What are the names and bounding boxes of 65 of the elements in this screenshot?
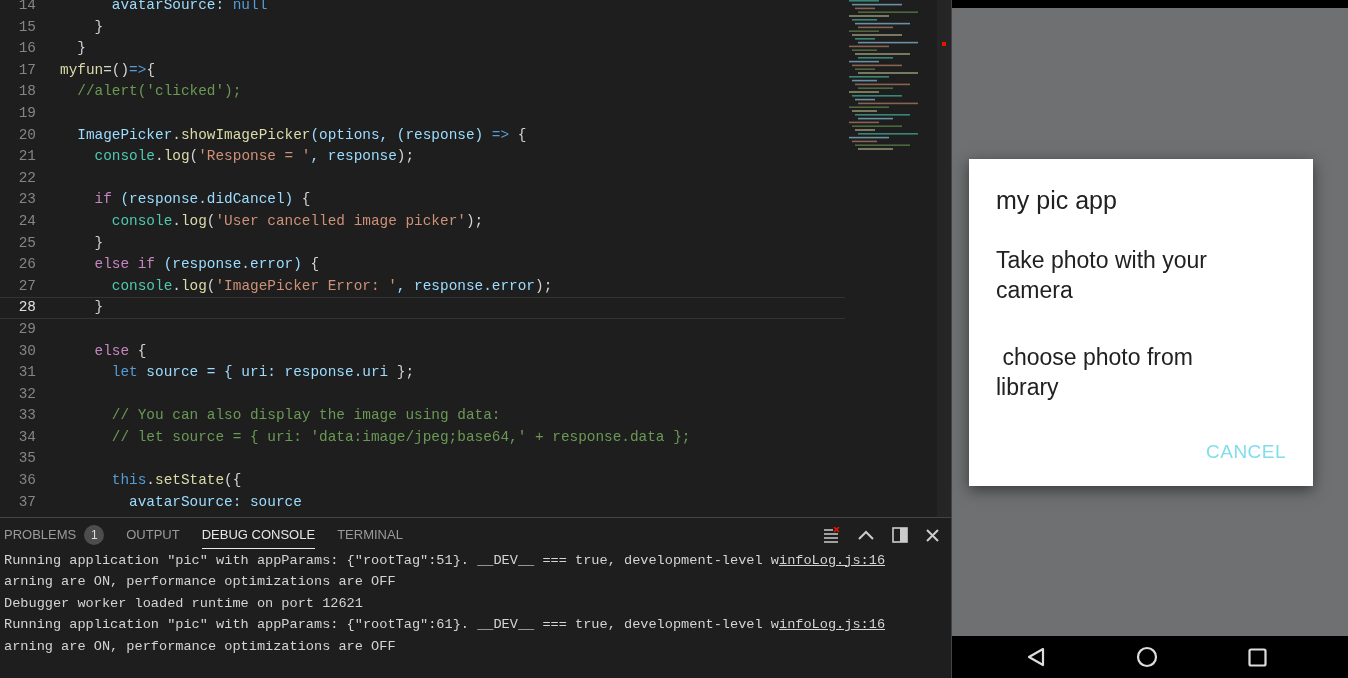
line-number: 34	[17, 427, 37, 447]
code-line: //alert('clicked');	[76, 82, 242, 102]
console-line: Running application "pic" with appParams: {"rootTag":61}. __DEV__ === true, development-level w	[4, 616, 779, 635]
line-number: 21	[17, 147, 37, 167]
split-panel-icon[interactable]	[892, 527, 908, 543]
source-link[interactable]: infoLog.js:16	[779, 550, 886, 571]
panel-tab[interactable]: DEBUG CONSOLE	[201, 521, 316, 549]
back-icon[interactable]	[1025, 647, 1046, 667]
line-number: 15	[17, 17, 37, 37]
code-line: }	[93, 233, 104, 253]
home-icon[interactable]	[1135, 646, 1158, 668]
code-line: console.log('User cancelled image picker');	[110, 211, 484, 231]
line-number: 29	[17, 319, 37, 339]
line-number: 25	[17, 233, 37, 253]
line-number: 28	[17, 298, 37, 318]
code-line: }	[93, 298, 104, 318]
code-line: avatarSource: source	[128, 492, 302, 512]
chevron-up-icon[interactable]	[858, 530, 874, 540]
line-number: 36	[17, 471, 37, 491]
line-number: 27	[17, 276, 37, 296]
line-number: 37	[17, 492, 37, 512]
code-line: console.log('ImagePicker Error: ', response.error);	[110, 276, 553, 296]
panel-tab[interactable]: OUTPUT	[126, 521, 180, 549]
code-line: ImagePicker.showImagePicker(options, (response) => {	[76, 125, 527, 145]
line-number: 24	[17, 211, 37, 231]
line-number: 17	[17, 60, 37, 80]
line-number: 22	[17, 168, 37, 188]
line-number: 30	[17, 341, 37, 361]
line-number: 26	[17, 255, 37, 275]
close-icon[interactable]	[926, 528, 939, 542]
console-line: arning are ON, performance optimizations are OFF	[4, 637, 396, 656]
code-line: if (response.didCancel) {	[93, 190, 311, 210]
recents-icon[interactable]	[1247, 647, 1267, 667]
console-line: arning are ON, performance optimizations are OFF	[4, 573, 396, 592]
dialog-option[interactable]: choose photo from library	[996, 342, 1246, 402]
panel-tab[interactable]: PROBLEMS 1	[4, 521, 105, 549]
panel-tab[interactable]: TERMINAL	[337, 521, 403, 549]
error-marker	[942, 42, 946, 46]
line-number: 33	[17, 406, 37, 426]
code-line: this.setState({	[110, 471, 242, 491]
clear-console-icon[interactable]	[822, 527, 840, 543]
console-line: Debugger worker loaded runtime on port 12621	[4, 594, 363, 613]
code-line: let source = { uri: response.uri };	[110, 363, 415, 383]
line-number: 20	[17, 125, 37, 145]
code-line: myfun=()=>{	[60, 60, 156, 80]
line-number: 16	[17, 39, 37, 59]
source-link[interactable]: infoLog.js:16	[779, 615, 886, 636]
code-line: // let source = { uri: 'data:image/jpeg;base64,' + response.data };	[110, 427, 691, 447]
line-number: 18	[17, 82, 37, 102]
code-line: else {	[93, 341, 147, 361]
line-number: 35	[17, 449, 37, 469]
line-number: 31	[17, 363, 37, 383]
code-line: else if (response.error) {	[93, 255, 320, 275]
dialog-option[interactable]: Take photo with your camera	[996, 245, 1246, 305]
console-line: Running application "pic" with appParams: {"rootTag":51}. __DEV__ === true, development-level w	[4, 551, 779, 570]
code-line: }	[93, 17, 104, 37]
line-number: 14	[17, 0, 37, 15]
code-line: // You can also display the image using data:	[110, 406, 501, 426]
code-line: }	[76, 39, 86, 59]
line-number: 32	[17, 384, 37, 404]
line-number: 23	[17, 190, 37, 210]
problems-count: 1	[84, 525, 105, 545]
dialog-title: my pic app	[996, 185, 1118, 215]
code-line: console.log('Response = ', response);	[93, 147, 415, 167]
line-number: 19	[17, 103, 37, 123]
